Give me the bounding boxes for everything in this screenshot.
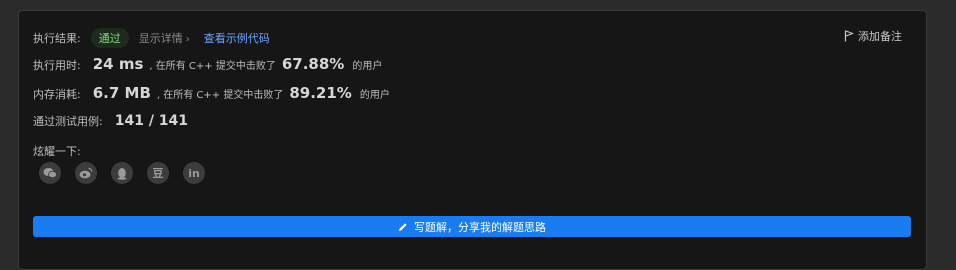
write-solution-label: 写题解，分享我的解题思路: [414, 220, 546, 234]
tests-label: 通过测试用例:: [33, 115, 103, 128]
add-note-button[interactable]: 添加备注: [844, 28, 902, 44]
view-sample-code-link[interactable]: 查看示例代码: [204, 30, 270, 46]
runtime-suffix: 的用户: [352, 61, 383, 72]
qq-icon[interactable]: [111, 162, 133, 184]
linkedin-icon[interactable]: in: [183, 162, 205, 184]
memory-suffix: 的用户: [359, 90, 390, 101]
memory-beat-text: , 在所有 C++ 提交中击败了: [156, 90, 284, 101]
wechat-icon[interactable]: [39, 162, 61, 184]
runtime-percent: 67.88%: [281, 55, 345, 73]
tests-row: 通过测试用例: 141 / 141: [33, 113, 188, 129]
result-row: 执行结果: 通过 显示详情 › 查看示例代码: [33, 28, 270, 48]
douban-icon[interactable]: 豆: [147, 162, 169, 184]
runtime-row: 执行用时: 24 ms , 在所有 C++ 提交中击败了 67.88% 的用户: [33, 55, 382, 73]
write-solution-button[interactable]: 写题解，分享我的解题思路: [33, 216, 911, 237]
runtime-value: 24 ms: [92, 55, 144, 73]
chevron-right-icon: ›: [185, 34, 190, 45]
result-label: 执行结果:: [33, 32, 81, 45]
show-details-label: 显示详情: [138, 32, 183, 45]
runtime-beat-text: , 在所有 C++ 提交中击败了: [149, 61, 276, 72]
weibo-icon[interactable]: [75, 162, 97, 184]
pencil-icon: [399, 222, 407, 231]
memory-label: 内存消耗:: [33, 88, 81, 101]
add-note-label: 添加备注: [858, 30, 902, 43]
memory-value: 6.7 MB: [92, 84, 151, 102]
runtime-label: 执行用时:: [33, 59, 81, 72]
memory-row: 内存消耗: 6.7 MB , 在所有 C++ 提交中击败了 89.21% 的用户: [33, 84, 390, 102]
show-details-button[interactable]: 显示详情 ›: [139, 30, 190, 46]
flag-icon: [844, 30, 854, 42]
share-title: 炫耀一下:: [33, 145, 81, 158]
memory-percent: 89.21%: [289, 84, 352, 102]
tests-value: 141 / 141: [114, 113, 189, 129]
submission-result-panel: 执行结果: 通过 显示详情 › 查看示例代码 添加备注 执行用时: 24 ms ,…: [18, 10, 927, 270]
share-icons: 豆 in: [39, 162, 205, 184]
status-badge: 通过: [90, 28, 129, 48]
